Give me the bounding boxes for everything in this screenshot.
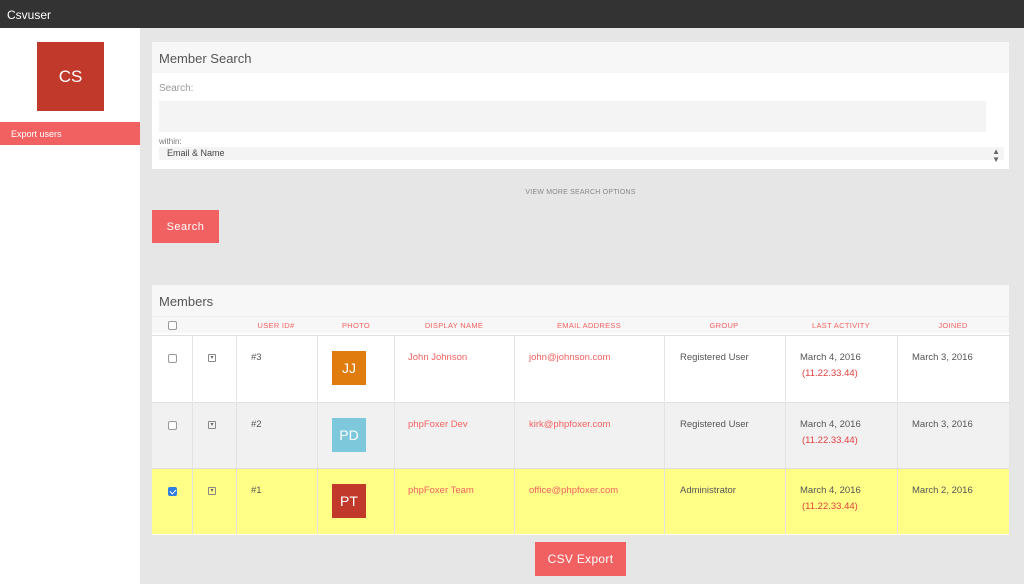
within-select-value: Email & Name — [167, 148, 225, 158]
column-divider — [514, 469, 515, 534]
members-panel: Members USER ID# PHOTO DISPLAY NAME EMAI… — [152, 285, 1009, 535]
csv-export-button[interactable]: CSV Export — [535, 542, 626, 576]
row-checkbox[interactable] — [168, 487, 177, 496]
table-row[interactable]: ▾ #1 PT phpFoxer Team office@phpfoxer.com Adm… — [152, 468, 1009, 534]
expand-row-icon[interactable]: ▾ — [208, 421, 216, 429]
user-id: #2 — [251, 419, 262, 430]
column-divider — [514, 336, 515, 401]
email-link[interactable]: john@johnson.com — [529, 352, 610, 363]
email-link[interactable]: kirk@phpfoxer.com — [529, 419, 610, 430]
column-divider — [394, 336, 395, 401]
column-header-group[interactable]: GROUP — [664, 321, 784, 330]
last-activity-ip[interactable]: (11.22.33.44) — [802, 435, 858, 446]
column-divider — [317, 469, 318, 534]
sidebar: CS Export users — [0, 28, 140, 584]
user-id: #1 — [251, 485, 262, 496]
select-arrows-icon: ▲ ▼ — [992, 147, 1000, 164]
search-button[interactable]: Search — [152, 210, 219, 243]
last-activity-date: March 4, 2016 — [800, 485, 861, 496]
column-header-display-name[interactable]: DISPLAY NAME — [394, 321, 514, 330]
search-label: Search: — [159, 83, 194, 94]
column-divider — [897, 403, 898, 468]
member-search-panel: Member Search Search: within: Email & Na… — [152, 42, 1009, 169]
column-divider — [785, 403, 786, 468]
column-divider — [192, 336, 193, 401]
display-name-link[interactable]: phpFoxer Team — [408, 485, 474, 496]
display-name-link[interactable]: phpFoxer Dev — [408, 419, 468, 430]
app-title: Csvuser — [7, 8, 52, 22]
more-search-options-link[interactable]: VIEW MORE SEARCH OPTIONS — [152, 189, 1009, 196]
column-divider — [897, 469, 898, 534]
display-name-link[interactable]: John Johnson — [408, 352, 467, 363]
select-all-checkbox[interactable] — [168, 321, 177, 330]
column-divider — [785, 336, 786, 401]
column-header-joined[interactable]: JOINED — [897, 321, 1009, 330]
sidebar-item-export-users[interactable]: Export users — [0, 122, 140, 145]
app-avatar: CS — [37, 42, 104, 111]
column-divider — [236, 403, 237, 468]
user-photo[interactable]: JJ — [332, 351, 366, 385]
user-photo[interactable]: PD — [332, 418, 366, 452]
top-bar: Csvuser — [0, 0, 1024, 28]
column-divider — [192, 469, 193, 534]
column-divider — [897, 336, 898, 401]
column-header-photo[interactable]: PHOTO — [318, 321, 394, 330]
column-header-user-id[interactable]: USER ID# — [237, 321, 315, 330]
user-group: Registered User — [680, 419, 749, 430]
row-checkbox[interactable] — [168, 421, 177, 430]
expand-row-icon[interactable]: ▾ — [208, 487, 216, 495]
joined-date: March 2, 2016 — [912, 485, 973, 496]
last-activity-date: March 4, 2016 — [800, 419, 861, 430]
column-header-email[interactable]: EMAIL ADDRESS — [514, 321, 664, 330]
user-group: Registered User — [680, 352, 749, 363]
column-divider — [394, 403, 395, 468]
expand-row-icon[interactable]: ▾ — [208, 354, 216, 362]
user-id: #3 — [251, 352, 262, 363]
column-divider — [236, 336, 237, 401]
column-divider — [236, 469, 237, 534]
table-header: USER ID# PHOTO DISPLAY NAME EMAIL ADDRES… — [152, 316, 1009, 333]
within-label: within: — [159, 137, 182, 146]
last-activity-date: March 4, 2016 — [800, 352, 861, 363]
search-input[interactable] — [159, 101, 986, 132]
email-link[interactable]: office@phpfoxer.com — [529, 485, 618, 496]
joined-date: March 3, 2016 — [912, 352, 973, 363]
last-activity-ip[interactable]: (11.22.33.44) — [802, 501, 858, 512]
column-divider — [317, 336, 318, 401]
within-select[interactable]: Email & Name ▲ ▼ — [159, 147, 1004, 164]
column-divider — [785, 469, 786, 534]
column-header-last-activity[interactable]: LAST ACTIVITY — [785, 321, 897, 330]
column-divider — [664, 403, 665, 468]
members-panel-title: Members — [152, 285, 1009, 316]
last-activity-ip[interactable]: (11.22.33.44) — [802, 368, 858, 379]
user-photo[interactable]: PT — [332, 484, 366, 518]
joined-date: March 3, 2016 — [912, 419, 973, 430]
column-divider — [664, 336, 665, 401]
column-divider — [664, 469, 665, 534]
search-panel-title: Member Search — [152, 42, 1009, 73]
column-divider — [192, 403, 193, 468]
column-divider — [317, 403, 318, 468]
table-row[interactable]: ▾ #3 JJ John Johnson john@johnson.com Registe… — [152, 335, 1009, 401]
row-checkbox[interactable] — [168, 354, 177, 363]
column-divider — [514, 403, 515, 468]
column-divider — [394, 469, 395, 534]
user-group: Administrator — [680, 485, 736, 496]
table-row[interactable]: ▾ #2 PD phpFoxer Dev kirk@phpfoxer.com Regist… — [152, 402, 1009, 468]
